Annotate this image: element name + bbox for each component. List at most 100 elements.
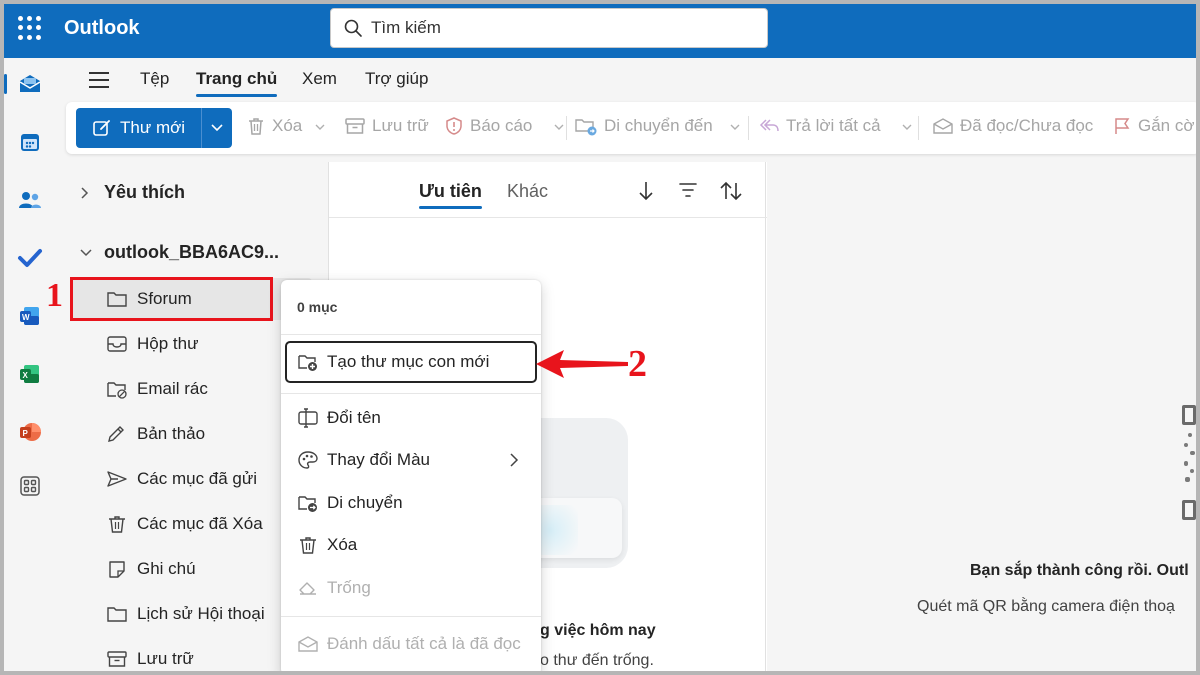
menu-divider [281, 616, 541, 617]
menu-item-label: Xóa [327, 535, 358, 554]
report-button[interactable]: Báo cáo [444, 116, 532, 136]
mail-icon[interactable] [4, 64, 56, 104]
powerpoint-icon[interactable]: P [4, 412, 56, 452]
menu-rename[interactable]: Đổi tên [297, 408, 381, 428]
tab-help[interactable]: Trợ giúp [365, 69, 428, 89]
report-label: Báo cáo [470, 116, 533, 135]
folder-label: Lịch sử Hội thoại [137, 604, 265, 623]
reply-all-label: Trả lời tất cả [786, 116, 881, 135]
menu-divider [281, 334, 541, 335]
mail-read-icon [933, 118, 953, 134]
archive-button[interactable]: Lưu trữ [344, 116, 429, 136]
folder-sent[interactable]: Các mục đã gửi [106, 469, 257, 489]
move-to-button[interactable]: Di chuyển đến [574, 116, 713, 136]
favorites-label: Yêu thích [104, 182, 186, 202]
excel-icon[interactable]: X [4, 354, 56, 394]
new-mail-label: Thư mới [120, 118, 186, 137]
menu-empty[interactable]: Trống [297, 578, 371, 598]
trash-icon [249, 118, 263, 135]
delete-button[interactable]: Xóa [246, 116, 302, 136]
menu-new-subfolder[interactable]: Tạo thư mục con mới [297, 352, 489, 372]
search-placeholder: Tìm kiếm [371, 18, 441, 37]
folder-deleted[interactable]: Các mục đã Xóa [106, 514, 263, 534]
sort-icon[interactable] [719, 180, 743, 202]
message-list-header: Ưu tiên Khác [329, 162, 767, 218]
send-icon [107, 471, 127, 487]
menu-mark-all-read[interactable]: Đánh dấu tất cả là đã đọc [297, 634, 521, 654]
qr-title: Bạn sắp thành công rồi. Outl [970, 562, 1189, 579]
app-title[interactable]: Outlook [64, 17, 140, 40]
annotation-box-1 [70, 277, 273, 321]
todo-icon[interactable] [4, 238, 56, 278]
reply-all-button[interactable]: Trả lời tất cả [758, 116, 881, 136]
search-icon [344, 19, 362, 37]
annotation-step-2: 2 [628, 343, 647, 385]
new-mail-button[interactable]: Thư mới [76, 108, 232, 148]
folder-junk[interactable]: Email rác [106, 379, 208, 399]
flag-button[interactable]: Gắn cờ [1112, 116, 1195, 136]
delete-label: Xóa [272, 116, 303, 135]
chevron-down-icon[interactable] [730, 124, 740, 131]
folder-move-icon [575, 119, 597, 136]
people-icon[interactable] [4, 180, 56, 220]
app-rail: W X P [4, 58, 56, 675]
chevron-down-icon[interactable] [554, 124, 564, 131]
rename-icon [298, 408, 318, 428]
empty-state-subtitle: o thư đến trống. [540, 652, 654, 669]
folder-conversation-history[interactable]: Lịch sử Hội thoại [106, 604, 265, 624]
erase-icon [299, 582, 316, 595]
tab-focused[interactable]: Ưu tiên [419, 181, 482, 209]
chevron-down-icon [211, 124, 223, 132]
search-box[interactable]: Tìm kiếm [330, 8, 768, 48]
toolbar-divider [748, 116, 749, 140]
folder-inbox[interactable]: Hộp thư [106, 334, 198, 354]
annotation-step-1: 1 [46, 277, 63, 314]
app-launcher-icon[interactable] [18, 16, 42, 40]
archive-label: Lưu trữ [372, 116, 429, 135]
folder-notes[interactable]: Ghi chú [106, 559, 196, 579]
toolbar-divider [566, 116, 567, 140]
new-mail-dropdown[interactable] [202, 124, 232, 132]
flag-icon [1115, 118, 1130, 134]
flag-label: Gắn cờ [1138, 116, 1195, 135]
sort-down-icon[interactable] [637, 180, 653, 202]
menu-item-label: Trống [327, 578, 371, 597]
menu-divider [281, 393, 541, 394]
read-unread-button[interactable]: Đã đọc/Chưa đọc [932, 116, 1093, 136]
menu-item-label: Di chuyển [327, 493, 403, 512]
filter-icon[interactable] [678, 182, 698, 198]
note-icon [109, 561, 125, 578]
folder-archive[interactable]: Lưu trữ [106, 649, 194, 669]
item-count: 0 mục [297, 299, 338, 315]
annotation-arrow-2 [536, 350, 628, 378]
menu-item-label: Đổi tên [327, 408, 381, 427]
account-header[interactable]: outlook_BBA6AC9... [80, 242, 279, 263]
chevron-down-icon[interactable] [315, 124, 325, 131]
svg-text:P: P [23, 429, 29, 438]
menu-delete[interactable]: Xóa [297, 535, 357, 555]
folder-label: Email rác [137, 379, 208, 398]
apps-icon[interactable] [4, 466, 56, 506]
favorites-header[interactable]: Yêu thích [80, 182, 185, 203]
read-unread-label: Đã đọc/Chưa đọc [960, 116, 1094, 135]
trash-icon [109, 516, 125, 533]
trash-icon [300, 537, 316, 554]
account-label: outlook_BBA6AC9... [104, 242, 280, 262]
calendar-icon[interactable] [4, 122, 56, 162]
reply-all-icon [759, 119, 779, 132]
folder-label: Lưu trữ [137, 649, 194, 668]
inbox-icon [107, 336, 127, 352]
folder-context-menu: 0 mục Tạo thư mục con mới Đổi tên Thay đ… [281, 280, 541, 675]
tab-home[interactable]: Trang chủ [196, 69, 278, 97]
menu-change-color[interactable]: Thay đổi Màu [297, 450, 430, 470]
ribbon: Tệp Trang chủ Xem Trợ giúp Thư mới Xóa L… [56, 58, 1200, 162]
svg-text:X: X [23, 371, 29, 380]
tab-view[interactable]: Xem [302, 69, 337, 89]
tab-other[interactable]: Khác [507, 181, 548, 202]
tab-file[interactable]: Tệp [140, 69, 169, 89]
folder-drafts[interactable]: Bản thảo [106, 424, 205, 444]
menu-move[interactable]: Di chuyển [297, 493, 403, 513]
chevron-right-icon [510, 453, 519, 467]
chevron-down-icon[interactable] [902, 124, 912, 131]
menu-icon[interactable] [89, 72, 109, 93]
